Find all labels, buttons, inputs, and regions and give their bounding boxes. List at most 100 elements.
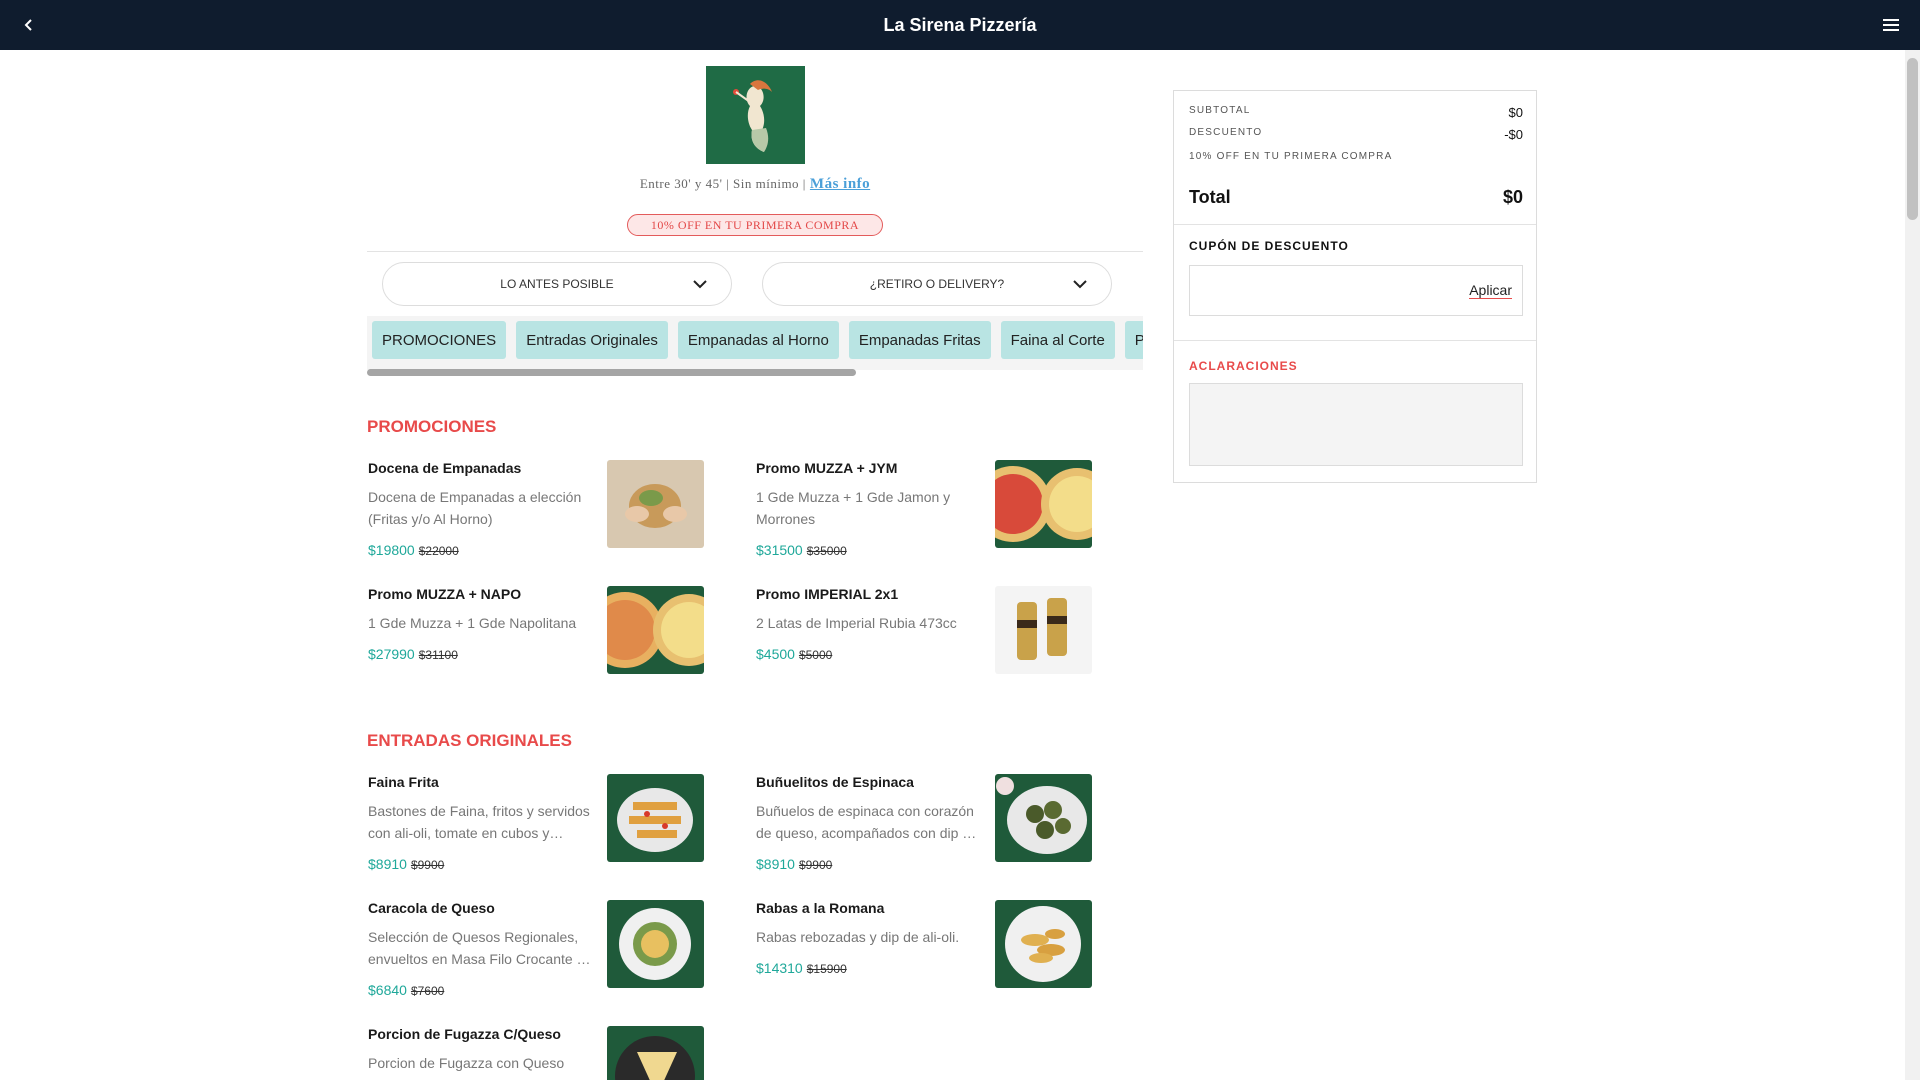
section-title-promociones: PROMOCIONES [367, 417, 497, 436]
tab-empanadas-fritas[interactable]: Empanadas Fritas [848, 321, 991, 359]
time-select-value: LO ANTES POSIBLE [500, 277, 614, 291]
discount-label: DESCUENTO [1189, 127, 1263, 138]
discount-note-row: 10% OFF EN TU PRIMERA COMPRA [1189, 151, 1523, 162]
item-description: Rabas rebozadas y dip de ali-oli. [756, 929, 960, 945]
category-tabs: PROMOCIONES Entradas Originales Empanada… [367, 316, 1143, 370]
item-name: Caracola de Queso [368, 900, 495, 916]
chevron-down-icon [693, 280, 707, 289]
item-price: $6840 [368, 982, 407, 998]
tab-entradas-originales[interactable]: Entradas Originales [516, 321, 668, 359]
menu-main: Entre 30' y 45' | Sin mínimo | Más info 1… [367, 50, 1143, 1080]
item-name: Faina Frita [368, 774, 439, 790]
page-title: La Sirena Pizzería [883, 14, 1037, 35]
tab-pizzas[interactable]: Pizzas [1124, 321, 1143, 359]
item-name: Porcion de Fugazza C/Queso [368, 1026, 561, 1042]
menu-item[interactable]: Rabas a la Romana Rabas rebozadas y dip … [755, 900, 1115, 1000]
item-description: Docena de Empanadas a elección (Fritas y… [368, 489, 582, 527]
hamburger-menu-icon [1883, 19, 1899, 31]
item-old-price: $22000 [418, 544, 459, 558]
chevron-down-icon [1073, 280, 1087, 289]
item-price: $19800 [368, 542, 415, 558]
delivery-select-value: ¿RETIRO O DELIVERY? [869, 277, 1005, 291]
menu-item[interactable]: Promo MUZZA + JYM 1 Gde Muzza + 1 Gde Ja… [755, 460, 1115, 560]
caracola-photo [607, 900, 704, 988]
divider [1174, 340, 1536, 341]
top-bar: La Sirena Pizzería [0, 0, 1920, 50]
menu-button[interactable] [1876, 10, 1906, 40]
section-title-entradas-originales: ENTRADAS ORIGINALES [367, 731, 572, 750]
item-description: Porcion de Fugazza con Queso [368, 1055, 565, 1071]
item-old-price: $9900 [798, 858, 833, 872]
coupon-input[interactable] [1198, 276, 1448, 306]
tab-empanadas-al-horno[interactable]: Empanadas al Horno [677, 321, 839, 359]
category-scrollbar[interactable] [367, 369, 856, 376]
faina-frita-photo [607, 774, 704, 862]
item-price: $27990 [368, 646, 415, 662]
pizzas-photo [607, 586, 704, 674]
item-price: $8910 [368, 856, 407, 872]
discount-row: DESCUENTO -$0 [1189, 127, 1523, 142]
subtotal-label: SUBTOTAL [1189, 105, 1251, 116]
rabas-photo [995, 900, 1092, 988]
menu-item[interactable]: Docena de Empanadas Docena de Empanadas … [367, 460, 727, 560]
discount-value: -$0 [1504, 127, 1523, 142]
item-description: Bastones de Faina, fritos y servidos con… [368, 803, 590, 841]
pizzas-photo [995, 460, 1092, 548]
item-price: $8910 [756, 856, 795, 872]
cart-panel: SUBTOTAL $0 DESCUENTO -$0 10% OFF EN TU … [1173, 90, 1537, 483]
item-description: Selección de Quesos Regionales, envuelto… [368, 929, 591, 967]
empanadas-photo [607, 460, 704, 548]
time-select[interactable]: LO ANTES POSIBLE [382, 262, 732, 306]
page-scrollbar-thumb[interactable] [1907, 58, 1918, 220]
menu-item[interactable]: Porcion de Fugazza C/Queso Porcion de Fu… [367, 1026, 727, 1080]
menu-item[interactable]: Promo MUZZA + NAPO 1 Gde Muzza + 1 Gde N… [367, 586, 727, 686]
item-name: Rabas a la Romana [756, 900, 885, 916]
fugazza-photo [607, 1026, 704, 1080]
total-row: Total $0 [1189, 187, 1523, 208]
back-button[interactable] [14, 10, 44, 40]
tab-promociones[interactable]: PROMOCIONES [372, 321, 507, 359]
coupon-label: CUPÓN DE DESCUENTO [1189, 239, 1349, 253]
item-name: Buñuelitos de Espinaca [756, 774, 914, 790]
item-price: $31500 [756, 542, 803, 558]
apply-coupon-button[interactable]: Aplicar [1469, 282, 1512, 299]
item-name: Docena de Empanadas [368, 460, 522, 476]
item-description: 1 Gde Muzza + 1 Gde Napolitana [368, 615, 577, 631]
menu-item[interactable]: Promo IMPERIAL 2x1 2 Latas de Imperial R… [755, 586, 1115, 686]
mermaid-logo [706, 66, 805, 164]
item-old-price: $31100 [418, 648, 458, 662]
bunuelitos-photo [995, 774, 1092, 862]
total-value: $0 [1502, 187, 1523, 207]
item-description: 1 Gde Muzza + 1 Gde Jamon y Morrones [756, 489, 951, 527]
discount-note: 10% OFF EN TU PRIMERA COMPRA [1189, 151, 1393, 162]
notes-textarea[interactable] [1189, 383, 1523, 466]
first-purchase-badge: 10% OFF EN TU PRIMERA COMPRA [627, 214, 883, 236]
delivery-select[interactable]: ¿RETIRO O DELIVERY? [762, 262, 1112, 306]
subtotal-row: SUBTOTAL $0 [1189, 105, 1523, 120]
item-old-price: $35000 [806, 544, 847, 558]
item-name: Promo MUZZA + JYM [756, 460, 898, 476]
subtotal-value: $0 [1508, 105, 1523, 120]
divider [367, 251, 1143, 252]
item-description: 2 Latas de Imperial Rubia 473cc [756, 615, 957, 631]
more-info-link[interactable]: Más info [810, 176, 870, 192]
beer-cans-photo [995, 586, 1092, 674]
menu-item[interactable]: Buñuelitos de Espinaca Buñuelos de espin… [755, 774, 1115, 874]
item-price: $14310 [756, 960, 803, 976]
tab-faina-al-corte[interactable]: Faina al Corte [1000, 321, 1115, 359]
coupon-box: Aplicar [1189, 265, 1523, 316]
item-name: Promo MUZZA + NAPO [368, 586, 522, 602]
menu-item[interactable]: Caracola de Queso Selección de Quesos Re… [367, 900, 727, 1000]
item-name: Promo IMPERIAL 2x1 [756, 586, 899, 602]
notes-label: ACLARACIONES [1189, 359, 1298, 373]
divider [1174, 224, 1536, 225]
item-old-price: $5000 [798, 648, 833, 662]
item-old-price: $15900 [806, 962, 847, 976]
item-old-price: $7600 [410, 984, 445, 998]
item-price: $4500 [756, 646, 795, 662]
item-description: Buñuelos de espinaca con corazón de ques… [756, 803, 977, 841]
delivery-time-text: Entre 30' y 45' | Sin mínimo | [639, 176, 806, 191]
item-old-price: $9900 [410, 858, 445, 872]
menu-item[interactable]: Faina Frita Bastones de Faina, fritos y … [367, 774, 727, 874]
total-label: Total [1189, 187, 1231, 207]
